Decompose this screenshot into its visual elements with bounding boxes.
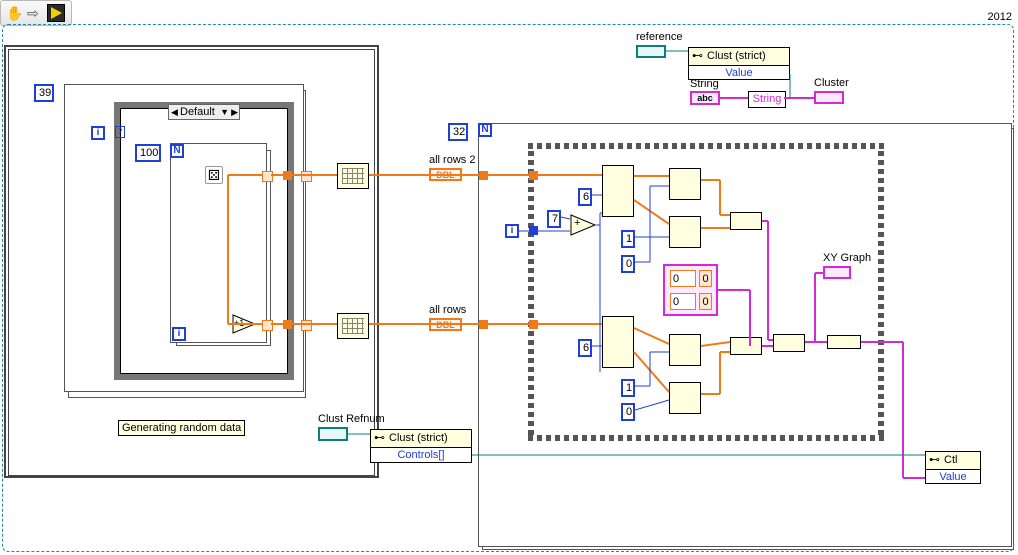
wires [227,50,925,479]
block-diagram: ✋ ⇨ 2012 39 N ◀ Default ▼ ▶ i ? 100 N ⚄ … [0,0,1018,555]
